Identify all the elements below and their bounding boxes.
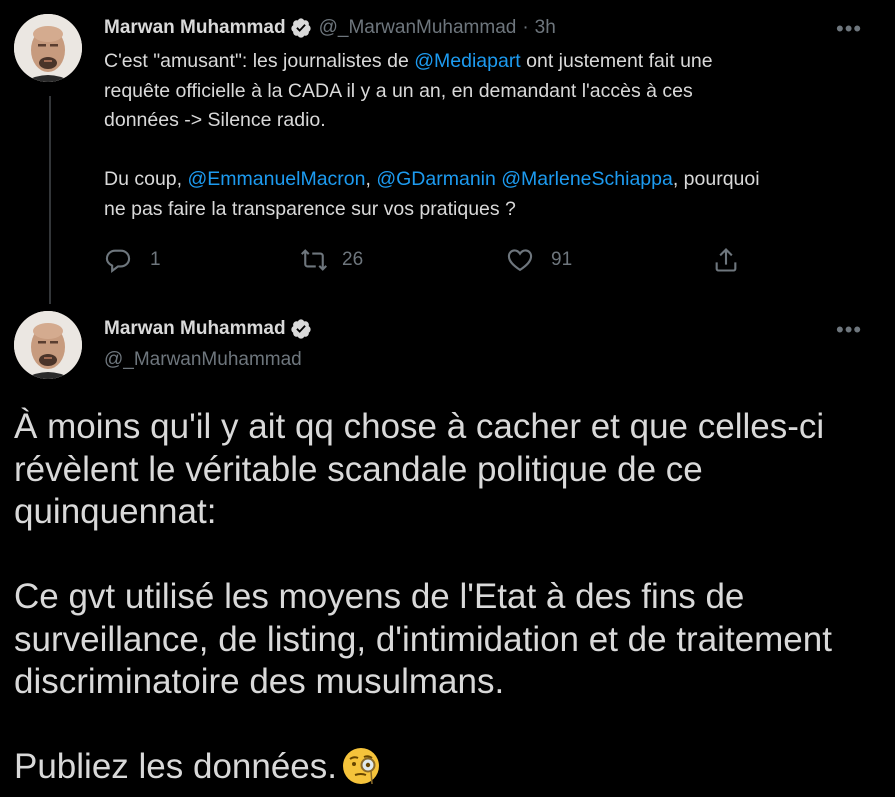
more-icon[interactable]: ••• bbox=[836, 319, 862, 341]
timestamp[interactable]: 3h bbox=[535, 17, 556, 39]
tweet-line: Du coup, @EmmanuelMacron, @GDarmanin @Ma… bbox=[104, 165, 879, 195]
avatar[interactable] bbox=[14, 311, 82, 379]
like-button[interactable]: 91 bbox=[506, 246, 572, 274]
tweet-actions: 1 26 91 bbox=[104, 244, 744, 278]
avatar[interactable] bbox=[14, 14, 82, 82]
separator-dot: · bbox=[522, 17, 529, 38]
reply-count: 1 bbox=[150, 249, 161, 270]
avatar-image bbox=[14, 311, 82, 379]
author-name[interactable]: Marwan Muhammad bbox=[104, 17, 286, 39]
tweet-line: révèlent le véritable scandale politique… bbox=[14, 449, 703, 489]
text-run: , bbox=[365, 168, 377, 190]
main-tweet-header: Marwan Muhammad bbox=[104, 318, 312, 340]
more-icon[interactable]: ••• bbox=[836, 18, 862, 40]
author-handle[interactable]: @_MarwanMuhammad bbox=[319, 17, 517, 39]
mention-link[interactable]: @MarleneSchiappa bbox=[501, 168, 673, 190]
like-icon bbox=[507, 249, 533, 272]
text-run: C'est "amusant": les journalistes de bbox=[104, 50, 415, 72]
tweet-line: ne pas faire la transparence sur vos pra… bbox=[104, 197, 516, 220]
tweet-line: discriminatoire des musulmans. bbox=[14, 662, 505, 701]
parent-tweet-header: Marwan Muhammad @_MarwanMuhammad · 3h bbox=[104, 17, 556, 39]
retweet-icon bbox=[301, 249, 327, 271]
mention-link[interactable]: @GDarmanin bbox=[376, 168, 496, 190]
text-run: Publiez les données. bbox=[14, 747, 337, 786]
reply-icon bbox=[105, 249, 131, 273]
text-run: , pourquoi bbox=[672, 168, 760, 190]
tweet-line: surveillance, de listing, d'intimidation… bbox=[14, 619, 832, 659]
tweet-line: Ce gvt utilisé les moyens de l'Etat à de… bbox=[14, 577, 745, 616]
verified-badge-icon bbox=[290, 18, 311, 38]
retweet-button[interactable]: 26 bbox=[300, 246, 363, 274]
retweet-count: 26 bbox=[342, 249, 364, 270]
like-count: 91 bbox=[551, 249, 573, 270]
tweet-line: quinquennat: bbox=[14, 492, 217, 531]
share-button[interactable] bbox=[712, 246, 740, 274]
author-name[interactable]: Marwan Muhammad bbox=[104, 318, 286, 340]
parent-tweet-text: C'est "amusant": les journalistes de @Me… bbox=[104, 47, 879, 224]
tweet-line: À moins qu'il y ait qq chose à cacher et… bbox=[14, 407, 825, 446]
mention-link[interactable]: @Mediapart bbox=[414, 50, 521, 72]
monocle-face-emoji bbox=[343, 748, 379, 785]
tweet-line: Publiez les données. bbox=[14, 746, 884, 789]
tweet-line: requête officielle à la CADA il y a un a… bbox=[104, 79, 693, 102]
text-run: ont justement fait une bbox=[520, 50, 713, 72]
avatar-image bbox=[14, 14, 82, 82]
mention-link[interactable]: @EmmanuelMacron bbox=[187, 168, 365, 190]
author-handle[interactable]: @_MarwanMuhammad bbox=[104, 349, 302, 371]
tweet-line: données -> Silence radio. bbox=[104, 109, 326, 131]
verified-badge-icon bbox=[290, 319, 311, 339]
tweet-line: C'est "amusant": les journalistes de @Me… bbox=[104, 47, 879, 77]
reply-button[interactable]: 1 bbox=[104, 246, 161, 274]
thread-connector bbox=[49, 96, 51, 304]
main-tweet-text: À moins qu'il y ait qq chose à cacher et… bbox=[14, 406, 884, 789]
text-run: Du coup, bbox=[104, 168, 188, 190]
share-icon bbox=[715, 248, 737, 272]
